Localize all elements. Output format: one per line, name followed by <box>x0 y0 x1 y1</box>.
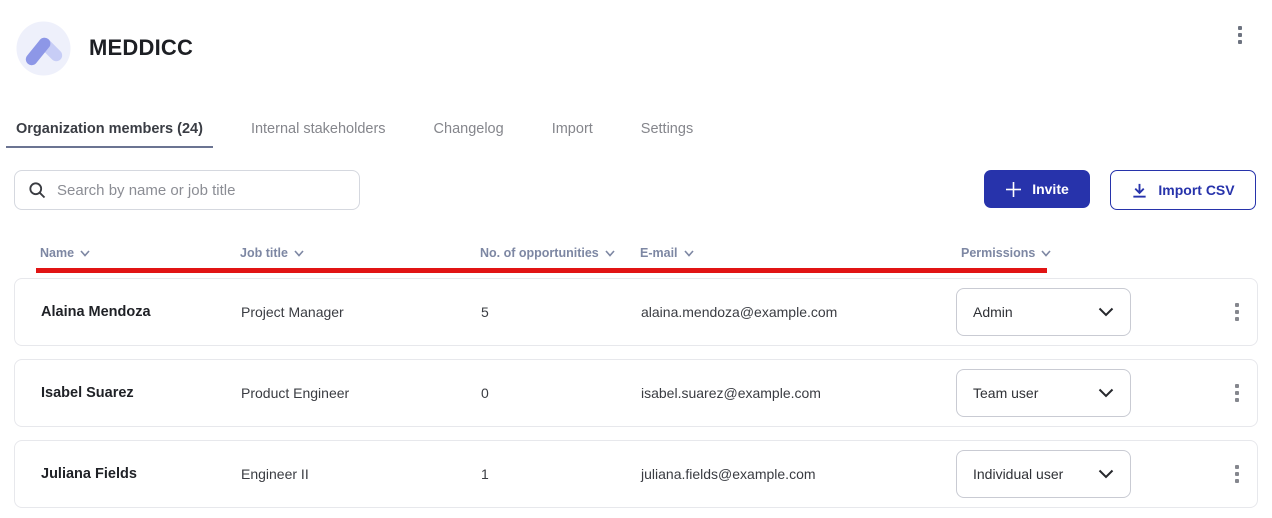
tab-import[interactable]: Import <box>542 121 603 148</box>
column-header-job-title[interactable]: Job title <box>240 246 480 260</box>
member-job-title: Product Engineer <box>241 385 350 401</box>
member-name: Isabel Suarez <box>41 385 134 401</box>
page-title: MEDDICC <box>89 35 194 60</box>
member-name: Alaina Mendoza <box>41 304 151 320</box>
permissions-selected-value: Team user <box>973 385 1039 401</box>
import-csv-button-label: Import CSV <box>1158 182 1235 198</box>
permissions-select[interactable]: Individual user <box>956 450 1131 498</box>
search-input[interactable] <box>57 181 347 199</box>
permissions-select[interactable]: Team user <box>956 369 1131 417</box>
tab-settings[interactable]: Settings <box>631 121 703 148</box>
invite-button[interactable]: Invite <box>984 170 1090 208</box>
sort-chevron-down-icon <box>294 249 304 257</box>
tab-changelog[interactable]: Changelog <box>424 121 514 148</box>
toolbar-actions: Invite Import CSV <box>984 170 1256 210</box>
chevron-down-icon <box>1098 388 1114 398</box>
permissions-selected-value: Admin <box>973 304 1013 320</box>
column-header-no-of-opportunities[interactable]: No. of opportunities <box>480 246 640 260</box>
page: MEDDICC Organization members (24) Intern… <box>0 0 1272 518</box>
sort-chevron-down-icon <box>80 249 90 257</box>
member-job-title: Project Manager <box>241 304 344 320</box>
table-row: Juliana Fields Engineer II 1 juliana.fie… <box>14 440 1258 508</box>
page-menu-kebab-icon[interactable] <box>1234 22 1246 48</box>
app-logo-icon <box>16 20 71 76</box>
column-header-label: No. of opportunities <box>480 246 599 260</box>
import-csv-button[interactable]: Import CSV <box>1110 170 1256 210</box>
plus-icon <box>1006 181 1022 197</box>
download-icon <box>1133 183 1147 198</box>
tab-internal-stakeholders[interactable]: Internal stakeholders <box>241 121 396 148</box>
invite-button-label: Invite <box>1032 181 1069 197</box>
row-menu-kebab-icon[interactable] <box>1229 378 1245 408</box>
permissions-select[interactable]: Admin <box>956 288 1131 336</box>
column-header-e-mail[interactable]: E-mail <box>640 246 955 260</box>
table-header: Name Job title No. of opportunities E-ma… <box>14 244 1258 262</box>
search-box[interactable] <box>14 170 360 210</box>
tab-organization-members-24[interactable]: Organization members (24) <box>6 121 213 148</box>
column-header-permissions[interactable]: Permissions <box>955 246 1217 260</box>
chevron-down-icon <box>1098 469 1114 479</box>
member-opportunities: 5 <box>481 304 489 320</box>
member-job-title: Engineer II <box>241 466 309 482</box>
sort-chevron-down-icon <box>1041 249 1051 257</box>
tab-bar: Organization members (24) Internal stake… <box>0 120 1272 148</box>
member-email: alaina.mendoza@example.com <box>641 304 838 320</box>
app-header: MEDDICC <box>0 0 1272 76</box>
member-email: isabel.suarez@example.com <box>641 385 821 401</box>
member-name: Juliana Fields <box>41 466 137 482</box>
search-icon <box>29 182 46 199</box>
chevron-down-icon <box>1098 307 1114 317</box>
column-header-label: Job title <box>240 246 288 260</box>
table-row: Alaina Mendoza Project Manager 5 alaina.… <box>14 278 1258 346</box>
sort-chevron-down-icon <box>683 249 694 257</box>
row-menu-kebab-icon[interactable] <box>1229 297 1245 327</box>
sort-chevron-down-icon <box>605 249 615 257</box>
column-header-label: Permissions <box>961 246 1036 260</box>
member-opportunities: 1 <box>481 466 489 482</box>
permissions-selected-value: Individual user <box>973 466 1064 482</box>
member-email: juliana.fields@example.com <box>641 466 816 482</box>
table-body: Alaina Mendoza Project Manager 5 alaina.… <box>14 278 1258 508</box>
column-header-label: Name <box>40 246 75 260</box>
column-header-name[interactable]: Name <box>40 246 240 260</box>
toolbar: Invite Import CSV <box>0 170 1272 210</box>
column-header-label: E-mail <box>640 246 678 260</box>
member-opportunities: 0 <box>481 385 489 401</box>
row-menu-kebab-icon[interactable] <box>1229 459 1245 489</box>
annotation-red-line <box>36 268 1047 273</box>
table-row: Isabel Suarez Product Engineer 0 isabel.… <box>14 359 1258 427</box>
